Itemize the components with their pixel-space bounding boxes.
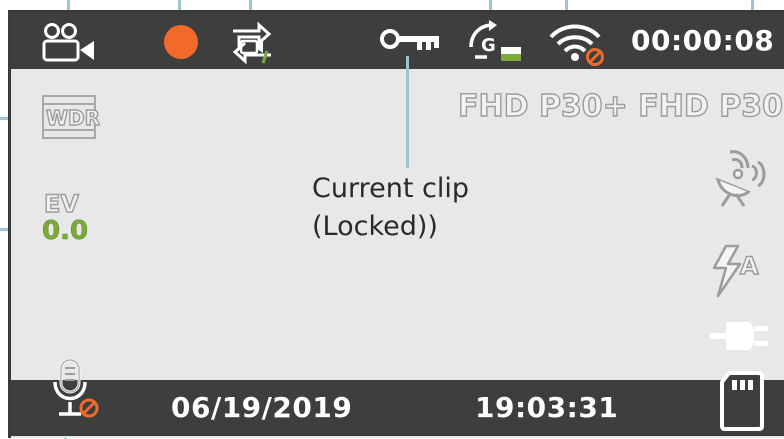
ev-label: EV	[43, 190, 79, 218]
sd-card-icon	[719, 370, 765, 432]
time-display: 19:03:31	[475, 391, 619, 424]
wdr-label: WDR	[45, 106, 101, 130]
key-icon	[379, 28, 441, 54]
date-display: 06/19/2019	[171, 391, 353, 424]
annotation-line-2: (Locked))	[312, 211, 438, 242]
wifi-off-icon	[547, 17, 609, 67]
dual-camera-icon	[42, 22, 96, 62]
recording-dot-icon	[163, 24, 199, 60]
loop-recording-icon	[227, 21, 277, 65]
resolution-label: FHD P30+ FHD P30	[457, 89, 784, 124]
wdr-indicator: WDR	[40, 94, 101, 140]
microphone-off-icon	[49, 356, 101, 434]
annotation-current-clip: Current clip (Locked))	[312, 170, 469, 246]
annotation-line-1: Current clip	[312, 173, 469, 204]
power-plug-icon	[710, 316, 770, 356]
svg-text:A: A	[740, 252, 759, 280]
recording-timer: 00:00:08	[631, 24, 775, 57]
callout-line-lock	[406, 56, 409, 168]
gps-satellite-icon	[712, 150, 768, 208]
ev-value: 0.0	[42, 216, 89, 246]
bottom-status-bar: 06/19/2019 19:03:31	[11, 358, 784, 436]
top-status-bar: G 00:00:08	[11, 13, 784, 69]
g-sensor-icon: G	[467, 19, 523, 65]
resolution-secondary: FHD P30	[638, 89, 784, 124]
resolution-primary: FHD P30+	[457, 89, 628, 124]
auto-flash-icon: A	[710, 244, 770, 298]
svg-text:G: G	[481, 35, 496, 56]
